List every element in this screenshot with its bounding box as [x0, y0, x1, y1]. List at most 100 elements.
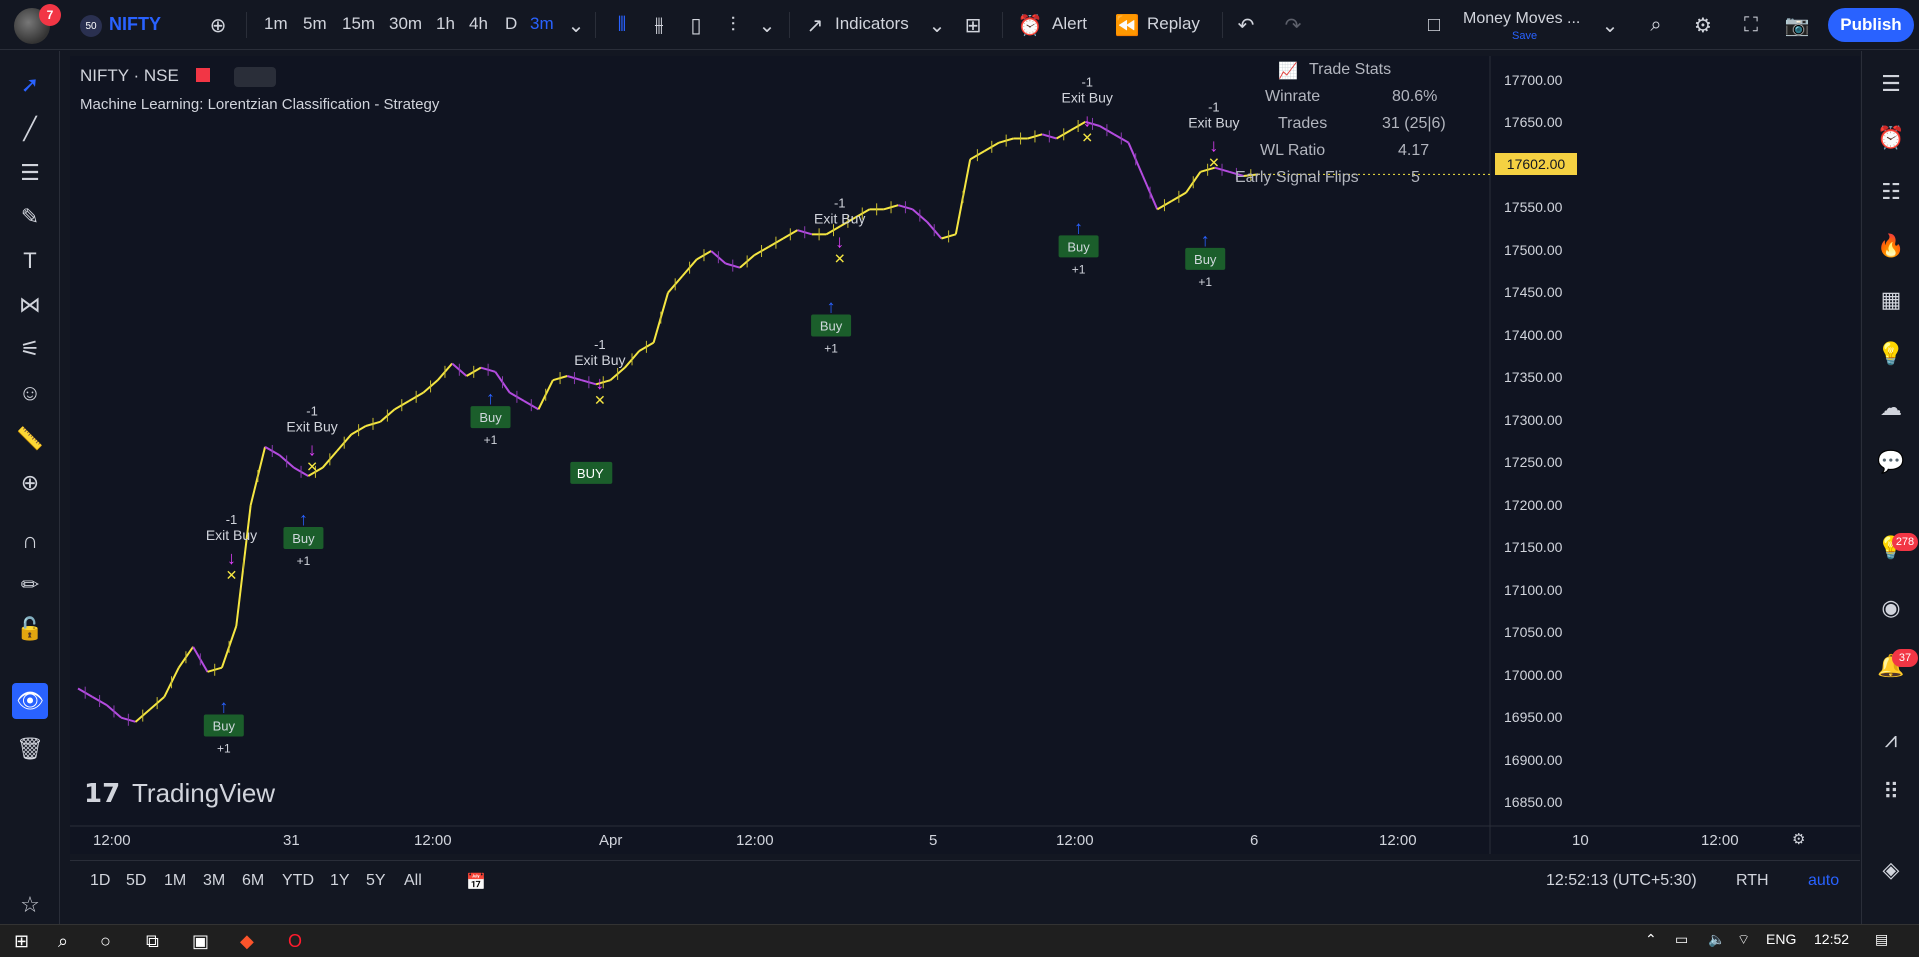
camera-icon[interactable]: 📷 [1784, 12, 1810, 38]
range-6m[interactable]: 6M [242, 872, 264, 890]
alert-clock-icon[interactable]: ⏰ [1017, 12, 1043, 38]
text-icon[interactable]: T [12, 243, 48, 279]
replay-icon[interactable]: ⏪ [1114, 12, 1140, 38]
range-5d[interactable]: 5D [126, 872, 146, 890]
range-1d[interactable]: 1D [90, 872, 110, 890]
chart-area[interactable]: Buy +1 ↑ -1 Exit Buy ↓ ✕ Buy +1 ↑ -1 Exit Buy ↓ ✕ Buy +… [70, 56, 1860, 854]
layout-name[interactable]: Money Moves ... [1463, 10, 1580, 28]
chevron-up-icon[interactable]: ⌃ [1645, 931, 1657, 948]
undo-icon[interactable]: ↶ [1233, 12, 1259, 38]
cursor-icon[interactable]: ➚ [12, 67, 48, 103]
fib-icon[interactable]: ☰ [12, 155, 48, 191]
interval-3m-active[interactable]: 3m [530, 14, 554, 34]
interval-d[interactable]: D [505, 14, 517, 34]
candles-chart-icon[interactable]: ⫵ [646, 12, 672, 38]
bars-chart-icon[interactable]: ⫴ [609, 12, 635, 38]
action-center-icon[interactable]: ▤ [1875, 931, 1888, 948]
legend-options-pill[interactable] [234, 67, 276, 87]
redo-icon[interactable]: ↷ [1280, 12, 1306, 38]
time-tick: 6 [1250, 832, 1259, 849]
chevron-down-icon[interactable]: ⌄ [924, 12, 950, 38]
gear-icon[interactable]: ⚙ [1792, 830, 1805, 848]
star-icon[interactable]: ☆ [12, 887, 48, 923]
live-stream-icon[interactable]: ◉ [1874, 591, 1908, 625]
range-1y[interactable]: 1Y [330, 872, 350, 890]
trash-icon[interactable]: 🗑 [12, 731, 48, 767]
hot-lists-icon[interactable]: 🔥 [1874, 229, 1908, 263]
alert-button[interactable]: Alert [1052, 14, 1087, 34]
search-icon[interactable]: ⌕ [1643, 12, 1669, 38]
calendar-icon[interactable]: ▦ [1874, 283, 1908, 317]
replay-button[interactable]: Replay [1147, 14, 1200, 34]
session-toggle[interactable]: RTH [1736, 872, 1769, 890]
speaker-icon[interactable]: 🔈 [1708, 931, 1725, 948]
auto-scale-toggle[interactable]: auto [1808, 872, 1839, 890]
gear-icon[interactable]: ⚙ [1690, 12, 1716, 38]
layout-square-icon[interactable]: □ [1421, 12, 1447, 38]
range-5y[interactable]: 5Y [366, 872, 386, 890]
chart-icon: 📈 [1278, 63, 1298, 80]
dots-grid-icon[interactable]: ⠿ [1874, 775, 1908, 809]
chat-icon[interactable]: ☁ [1874, 391, 1908, 425]
opera-browser-icon[interactable]: O [288, 931, 302, 952]
buy-signal-count: +1 [484, 433, 498, 447]
emoji-icon[interactable]: ☺ [12, 375, 48, 411]
fullscreen-icon[interactable]: ⛶ [1738, 12, 1764, 38]
cortana-circle-icon[interactable]: ○ [100, 931, 111, 952]
taskbar-clock[interactable]: 12:52 [1814, 931, 1849, 947]
alarm-clock-icon[interactable]: ⏰ [1874, 121, 1908, 155]
lock-drawing-icon[interactable]: ✏ [12, 567, 48, 603]
messages-icon[interactable]: 💬 [1874, 445, 1908, 479]
flag-icon[interactable] [196, 68, 210, 82]
hide-drawings-icon[interactable]: 👁 [12, 683, 48, 719]
unlock-icon[interactable]: 🔓 [12, 611, 48, 647]
language-indicator[interactable]: ENG [1766, 931, 1796, 947]
watchlist-icon[interactable]: ☰ [1874, 67, 1908, 101]
prediction-icon[interactable]: ⚟ [12, 331, 48, 367]
search-icon[interactable]: ⌕ [58, 931, 68, 952]
range-all[interactable]: All [404, 872, 422, 890]
interval-15m[interactable]: 15m [342, 14, 375, 34]
price-tick: 17150.00 [1504, 539, 1563, 555]
ruler-icon[interactable]: 📏 [12, 421, 48, 457]
chevron-down-icon[interactable]: ⌄ [754, 12, 780, 38]
brush-icon[interactable]: ✎ [12, 199, 48, 235]
data-window-icon[interactable]: ⩘ [1874, 723, 1908, 757]
range-1m[interactable]: 1M [164, 872, 186, 890]
task-view-icon[interactable]: ⧉ [146, 931, 159, 952]
ideas-bulb-icon[interactable]: 💡 [1874, 337, 1908, 371]
app-photo-icon[interactable]: ▣ [192, 931, 209, 952]
interval-30m[interactable]: 30m [389, 14, 422, 34]
interval-5m[interactable]: 5m [303, 14, 327, 34]
chevron-down-icon[interactable]: ⌄ [1597, 12, 1623, 38]
object-tree-icon[interactable]: ☷ [1874, 175, 1908, 209]
interval-1m[interactable]: 1m [264, 14, 288, 34]
symbol-search[interactable]: NIFTY [109, 14, 161, 35]
tradingview-logo-icon: 𝟭𝟳 [84, 778, 121, 808]
range-3m[interactable]: 3M [203, 872, 225, 890]
layout-save-status[interactable]: Save [1512, 30, 1537, 42]
wifi-icon[interactable]: ⌔ [1737, 931, 1750, 949]
add-compare-icon[interactable]: ⊕ [205, 12, 231, 38]
trendline-icon[interactable]: ╱ [12, 111, 48, 147]
brave-browser-icon[interactable]: ◆ [240, 931, 254, 952]
calendar-range-icon[interactable]: 📅 [466, 872, 486, 892]
stats-trades-value: 31 (25|6) [1382, 115, 1446, 132]
windows-start-icon[interactable]: ⊞ [14, 931, 29, 952]
heikin-ashi-icon[interactable]: ⫶ [720, 12, 746, 38]
interval-4h[interactable]: 4h [469, 14, 488, 34]
zoom-icon[interactable]: ⊕ [12, 465, 48, 501]
layouts-icon[interactable]: ⊞ [960, 12, 986, 38]
pattern-icon[interactable]: ⋈ [12, 287, 48, 323]
indicators-icon[interactable]: ↗ [802, 12, 828, 38]
chevron-down-icon[interactable]: ⌄ [563, 12, 589, 38]
hollow-candles-icon[interactable]: ▯ [683, 12, 709, 38]
interval-1h[interactable]: 1h [436, 14, 455, 34]
range-ytd[interactable]: YTD [282, 872, 314, 890]
magnet-icon[interactable]: ∩ [12, 523, 48, 559]
publish-button[interactable]: Publish [1828, 8, 1914, 42]
layers-icon[interactable]: ◈ [1874, 853, 1908, 887]
indicators-button[interactable]: Indicators [835, 14, 909, 34]
battery-icon[interactable]: ▭ [1675, 931, 1688, 948]
clock-readout[interactable]: 12:52:13 (UTC+5:30) [1546, 872, 1697, 890]
